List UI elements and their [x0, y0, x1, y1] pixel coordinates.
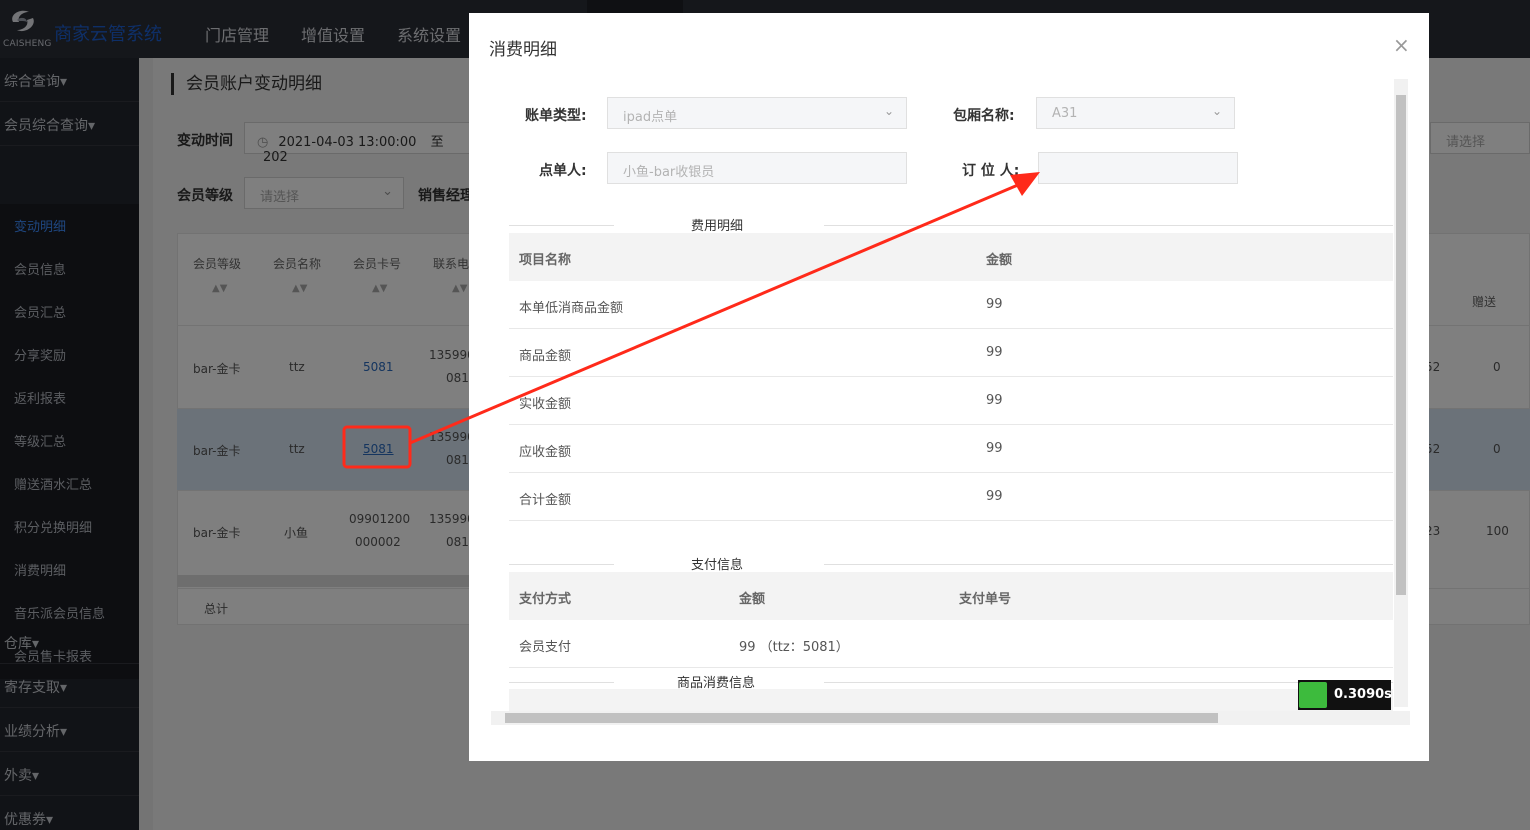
annotation-arrow-line — [409, 183, 1019, 445]
annotation-highlight-box — [342, 425, 412, 469]
annotation-layer — [342, 172, 1040, 469]
annotation-arrow-head — [1010, 172, 1040, 196]
